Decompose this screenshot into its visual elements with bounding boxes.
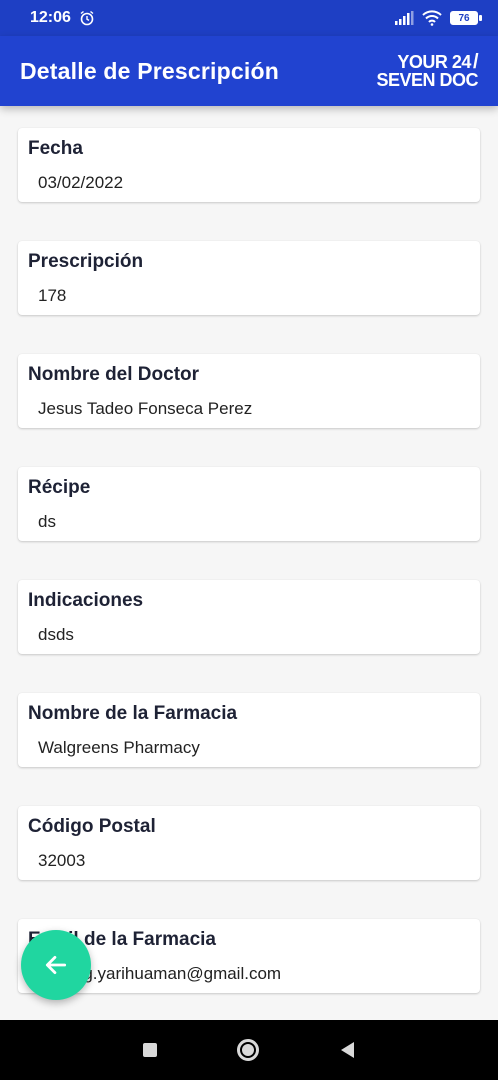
- signal-icon: [395, 11, 414, 25]
- brand-line-2: SEVEN DOC: [376, 70, 478, 90]
- field-card-indicaciones: Indicaciones dsds: [18, 580, 480, 654]
- field-card-fecha: Fecha 03/02/2022: [18, 128, 480, 202]
- app-bar: Detalle de Prescripción YOUR 24/ SEVEN D…: [0, 36, 498, 106]
- field-value: 32003: [38, 851, 86, 870]
- field-value: sterling.yarihuaman@gmail.com: [38, 964, 282, 983]
- field-label: Código Postal: [28, 816, 156, 837]
- battery-icon: 76: [450, 11, 482, 25]
- field-card-doctor: Nombre del Doctor Jesus Tadeo Fonseca Pe…: [18, 354, 480, 428]
- field-card-codigo-postal: Código Postal 32003: [18, 806, 480, 880]
- arrow-left-icon: [45, 956, 67, 974]
- field-label: Email de la Farmacia: [28, 929, 216, 950]
- field-value: dsds: [38, 625, 74, 644]
- home-button[interactable]: [237, 1039, 259, 1061]
- brand-line-1: YOUR 24: [397, 52, 471, 72]
- battery-level: 76: [450, 11, 478, 25]
- wifi-icon: [422, 10, 442, 26]
- brand-logo: YOUR 24/ SEVEN DOC: [376, 51, 478, 90]
- recents-button[interactable]: [143, 1043, 157, 1057]
- field-card-prescripcion: Prescripción 178: [18, 241, 480, 315]
- field-label: Récipe: [28, 477, 91, 498]
- field-value: Walgreens Pharmacy: [38, 738, 200, 757]
- back-nav-button[interactable]: [339, 1041, 355, 1059]
- status-bar: 12:06 76: [0, 0, 498, 36]
- field-label: Nombre de la Farmacia: [28, 703, 238, 724]
- alarm-icon: [80, 10, 94, 26]
- system-nav-bar: [0, 1020, 498, 1080]
- back-fab-button[interactable]: [21, 930, 91, 1000]
- detail-list[interactable]: Fecha 03/02/2022 Prescripción 178 Nombre…: [0, 106, 498, 1020]
- field-value: Jesus Tadeo Fonseca Perez: [38, 399, 253, 418]
- field-card-recipe: Récipe ds: [18, 467, 480, 541]
- field-card-farmacia: Nombre de la Farmacia Walgreens Pharmacy: [18, 693, 480, 767]
- status-time: 12:06: [30, 9, 71, 26]
- field-value: ds: [38, 512, 56, 531]
- field-value: 178: [38, 286, 67, 305]
- field-value: 03/02/2022: [38, 173, 124, 192]
- field-label: Prescripción: [28, 251, 144, 272]
- page-title: Detalle de Prescripción: [20, 57, 279, 84]
- field-label: Indicaciones: [28, 590, 144, 611]
- field-label: Fecha: [28, 138, 83, 159]
- field-label: Nombre del Doctor: [28, 364, 200, 385]
